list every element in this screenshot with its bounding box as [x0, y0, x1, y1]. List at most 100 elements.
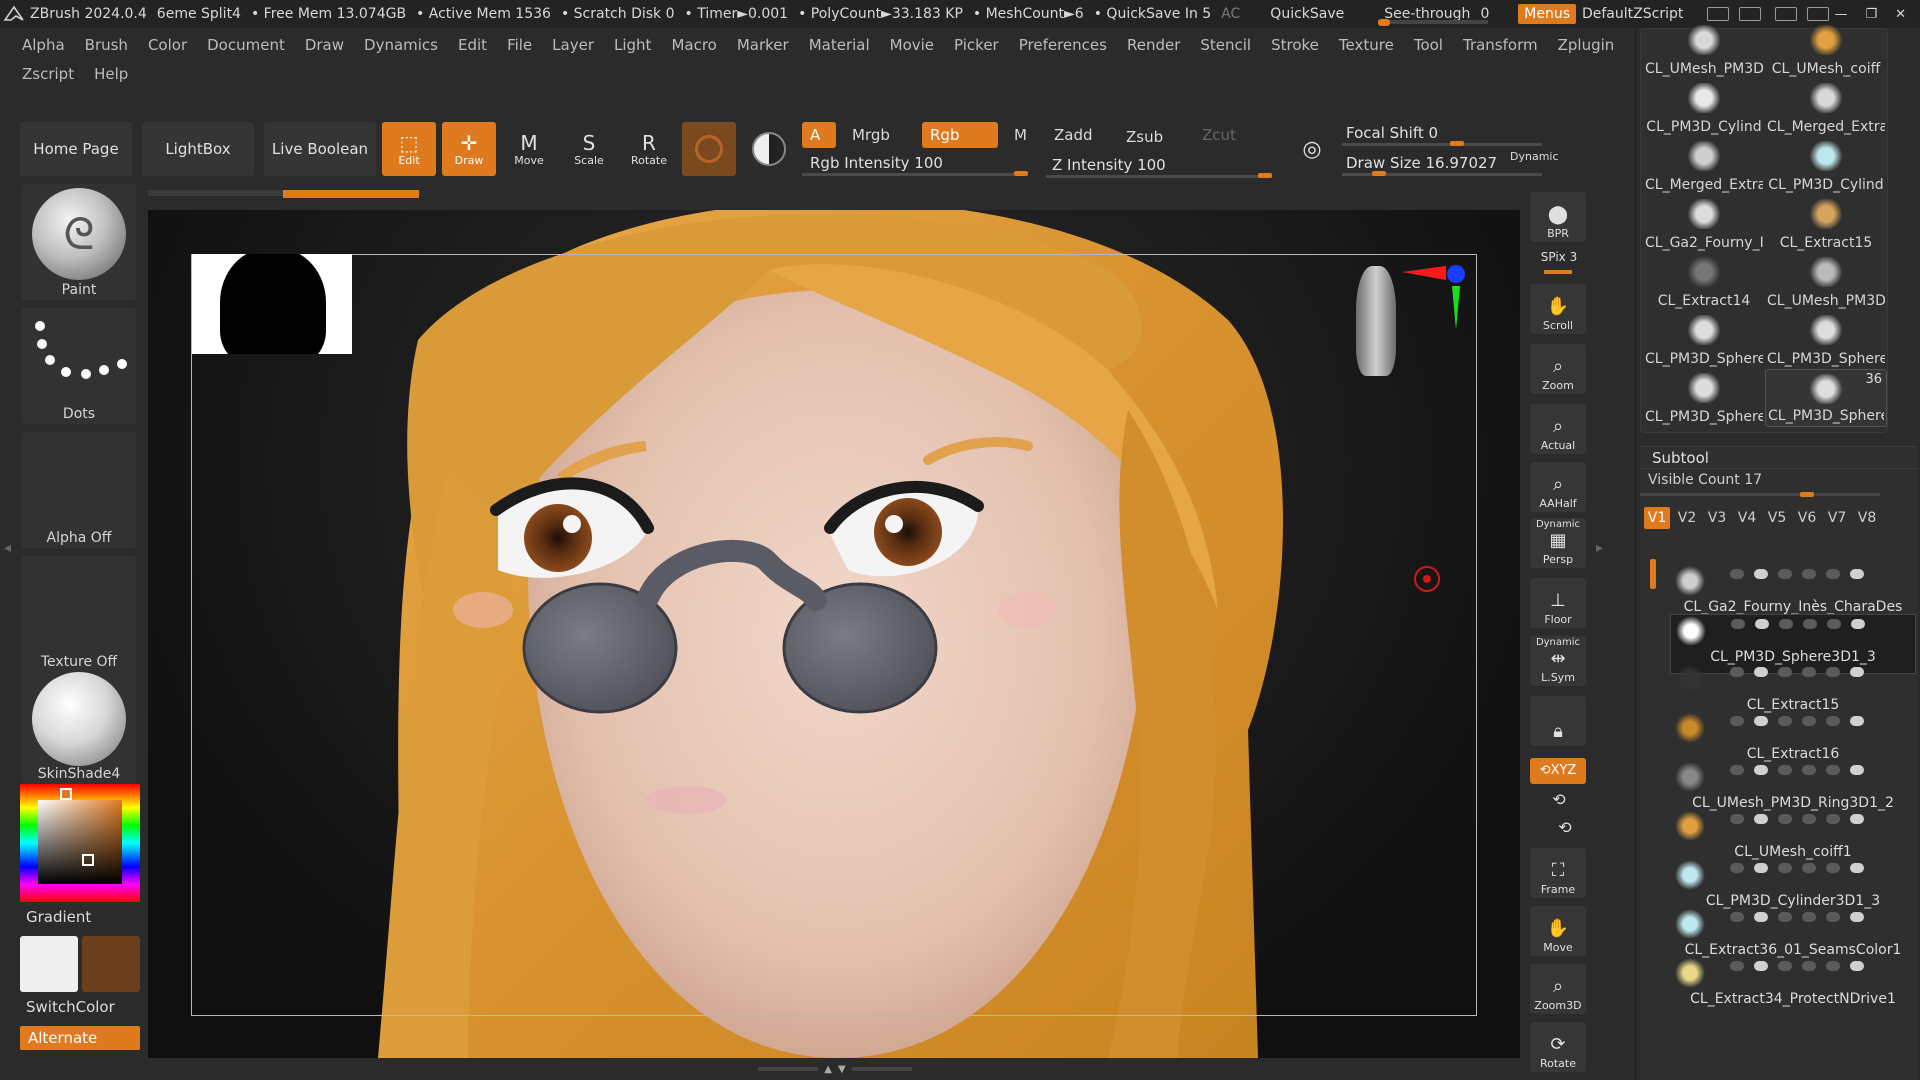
tool-thumbnail[interactable]: CL_PM3D_Sphere: [1643, 311, 1765, 369]
subtool-toggle-icon[interactable]: [1778, 716, 1792, 726]
rotate-view-button[interactable]: ⟳ Rotate: [1530, 1022, 1586, 1072]
menu-picker[interactable]: Picker: [954, 36, 999, 54]
subtool-toggle-icon[interactable]: [1778, 912, 1792, 922]
eye-icon[interactable]: [1850, 961, 1864, 971]
lsym-button[interactable]: Dynamic ⇹ L.Sym: [1530, 636, 1586, 686]
subtool-toggle-icon[interactable]: [1730, 912, 1744, 922]
tool-thumbnail[interactable]: CL_Extract15: [1765, 195, 1887, 253]
persp-button[interactable]: Dynamic ▦ Persp: [1530, 518, 1586, 568]
subtool-tab-v8[interactable]: V8: [1854, 507, 1880, 529]
subtool-toggle-icon[interactable]: [1826, 569, 1840, 579]
polyframe-button[interactable]: [742, 122, 796, 176]
edit-button[interactable]: ⬚ Edit: [382, 122, 436, 176]
subtool-toggle-icon[interactable]: [1754, 814, 1768, 824]
see-through-slider[interactable]: See-through 0: [1378, 2, 1498, 26]
subtool-toggle-icon[interactable]: [1754, 569, 1768, 579]
layout-right-icon[interactable]: [1739, 7, 1762, 21]
subtool-tab-v3[interactable]: V3: [1704, 507, 1730, 529]
subtool-toggle-icon[interactable]: [1826, 961, 1840, 971]
eye-icon[interactable]: [1850, 912, 1864, 922]
subtool-toggle-icon[interactable]: [1778, 569, 1792, 579]
lock-button[interactable]: 🔒︎: [1530, 696, 1586, 746]
subtool-tab-v1[interactable]: V1: [1644, 507, 1670, 529]
main-color-swatch[interactable]: [20, 936, 78, 992]
close-icon[interactable]: ✕: [1895, 7, 1906, 22]
move-button[interactable]: M Move: [502, 122, 556, 176]
subtool-toggle-icon[interactable]: [1802, 912, 1816, 922]
material-selector[interactable]: SkinShade4: [22, 668, 136, 784]
tool-thumbnail[interactable]: CL_PM3D_Sphere: [1643, 369, 1765, 427]
menu-layer[interactable]: Layer: [552, 36, 594, 54]
menu-zscript[interactable]: Zscript: [22, 65, 74, 83]
subtool-toggle-icon[interactable]: [1754, 863, 1768, 873]
floor-button[interactable]: ⊥ Floor: [1530, 578, 1586, 628]
subtool-toggle-icon[interactable]: [1730, 863, 1744, 873]
subtool-toggle-icon[interactable]: [1730, 667, 1744, 677]
menu-zplugin[interactable]: Zplugin: [1558, 36, 1615, 54]
lightbox-button[interactable]: LightBox: [142, 122, 254, 176]
subtool-toggle-icon[interactable]: [1802, 961, 1816, 971]
menu-transform[interactable]: Transform: [1463, 36, 1538, 54]
layout-swap-icon[interactable]: [1775, 7, 1798, 21]
menus-toggle-button[interactable]: Menus: [1518, 4, 1576, 24]
stroke-sculpt-button[interactable]: ◎: [1288, 122, 1336, 176]
visible-count-slider[interactable]: Visible Count 17: [1640, 469, 1918, 497]
tool-thumbnail[interactable]: CL_UMesh_PM3D: [1765, 253, 1887, 311]
aahalf-button[interactable]: ⌕ AAHalf: [1530, 462, 1586, 512]
layout-alt-icon[interactable]: [1807, 7, 1830, 21]
zsub-toggle[interactable]: Zsub: [1118, 124, 1182, 150]
menu-movie[interactable]: Movie: [890, 36, 934, 54]
subtool-tab-v2[interactable]: V2: [1674, 507, 1700, 529]
subtool-toggle-icon[interactable]: [1826, 765, 1840, 775]
subtool-toggles[interactable]: [1730, 912, 1864, 922]
menu-preferences[interactable]: Preferences: [1019, 36, 1107, 54]
subtool-toggle-icon[interactable]: [1826, 716, 1840, 726]
menu-texture[interactable]: Texture: [1339, 36, 1394, 54]
switchcolor-button[interactable]: SwitchColor: [26, 998, 115, 1016]
menu-stencil[interactable]: Stencil: [1200, 36, 1251, 54]
default-zscript-button[interactable]: DefaultZScript: [1582, 6, 1683, 22]
subtool-toggles[interactable]: [1730, 814, 1864, 824]
menu-render[interactable]: Render: [1127, 36, 1180, 54]
z-intensity-slider[interactable]: Z Intensity 100: [1046, 152, 1272, 178]
alpha-selector[interactable]: Alpha Off: [22, 432, 136, 548]
menu-help[interactable]: Help: [94, 65, 128, 83]
menu-alpha[interactable]: Alpha: [22, 36, 65, 54]
tool-thumbnail[interactable]: CL_PM3D_Cylind: [1643, 79, 1765, 137]
live-boolean-button[interactable]: Live Boolean: [264, 122, 376, 176]
move-view-button[interactable]: ✋ Move: [1530, 906, 1586, 956]
color-square[interactable]: [38, 800, 122, 884]
subtool-toggle-icon[interactable]: [1754, 765, 1768, 775]
eye-icon[interactable]: [1850, 863, 1864, 873]
subtool-toggle-icon[interactable]: [1754, 912, 1768, 922]
subtool-toggles[interactable]: [1730, 716, 1864, 726]
tool-thumbnail[interactable]: CL_UMesh_coiff: [1765, 21, 1887, 79]
subtool-toggle-icon[interactable]: [1826, 863, 1840, 873]
hue-marker-icon[interactable]: [60, 788, 72, 800]
stroke-selector[interactable]: Dots: [22, 308, 136, 424]
subtool-toggle-icon[interactable]: [1730, 765, 1744, 775]
secondary-color-swatch[interactable]: [82, 936, 140, 992]
subtool-header[interactable]: Subtool: [1640, 447, 1918, 469]
subtool-toggle-icon[interactable]: [1730, 716, 1744, 726]
eye-icon[interactable]: [1850, 814, 1864, 824]
menu-stroke[interactable]: Stroke: [1271, 36, 1319, 54]
subtool-toggle-icon[interactable]: [1826, 912, 1840, 922]
rotate-y-icon[interactable]: ⟲: [1528, 790, 1590, 809]
subtool-toggle-icon[interactable]: [1802, 667, 1816, 677]
subtool-toggle-icon[interactable]: [1730, 569, 1744, 579]
subtool-toggles[interactable]: [1730, 569, 1864, 579]
a-toggle[interactable]: A: [802, 122, 836, 148]
subtool-toggle-icon[interactable]: [1826, 814, 1840, 824]
zoom-button[interactable]: ⌕ Zoom: [1530, 344, 1586, 394]
material-ball-button[interactable]: [682, 122, 736, 176]
menu-color[interactable]: Color: [148, 36, 187, 54]
texture-selector[interactable]: Texture Off: [22, 556, 136, 672]
frame-button[interactable]: ⛶ Frame: [1530, 848, 1586, 898]
menu-material[interactable]: Material: [809, 36, 870, 54]
subtool-toggle-icon[interactable]: [1754, 716, 1768, 726]
xyz-toggle[interactable]: ⟲XYZ: [1530, 758, 1586, 784]
subtool-toggle-icon[interactable]: [1802, 814, 1816, 824]
subtool-toggle-icon[interactable]: [1778, 863, 1792, 873]
rotate-z-icon[interactable]: ⟲: [1528, 818, 1590, 837]
